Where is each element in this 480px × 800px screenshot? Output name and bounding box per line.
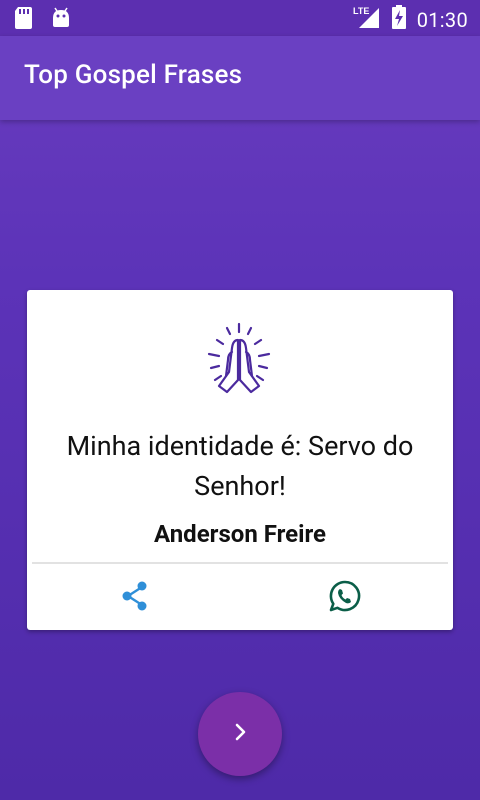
next-quote-button[interactable] — [198, 692, 282, 776]
chevron-right-icon — [228, 720, 252, 748]
status-left — [14, 6, 72, 34]
android-icon — [50, 7, 72, 33]
quote-author: Anderson Freire — [153, 520, 327, 548]
share-icon — [119, 580, 151, 616]
screen: LTE 01:30 Top Gospel Frases Minha identi… — [0, 0, 480, 800]
quote-card: Minha identidade é: Servo do Senhor! And… — [27, 290, 453, 630]
whatsapp-icon — [328, 579, 362, 617]
app-title: Top Gospel Frases — [24, 60, 243, 90]
card-divider — [32, 562, 448, 564]
status-right: LTE 01:30 — [353, 4, 468, 35]
status-time: 01:30 — [416, 7, 468, 32]
sd-card-icon — [14, 6, 34, 34]
whatsapp-button[interactable] — [325, 578, 365, 618]
praying-hands-icon — [197, 320, 281, 404]
svg-text:LTE: LTE — [353, 6, 369, 16]
quote-text: Minha identidade é: Servo do Senhor! — [66, 430, 414, 502]
status-bar: LTE 01:30 — [0, 0, 480, 36]
share-button[interactable] — [115, 578, 155, 618]
lte-signal-icon: LTE — [353, 4, 381, 35]
app-bar: Top Gospel Frases — [0, 36, 480, 120]
battery-charging-icon — [391, 4, 407, 35]
